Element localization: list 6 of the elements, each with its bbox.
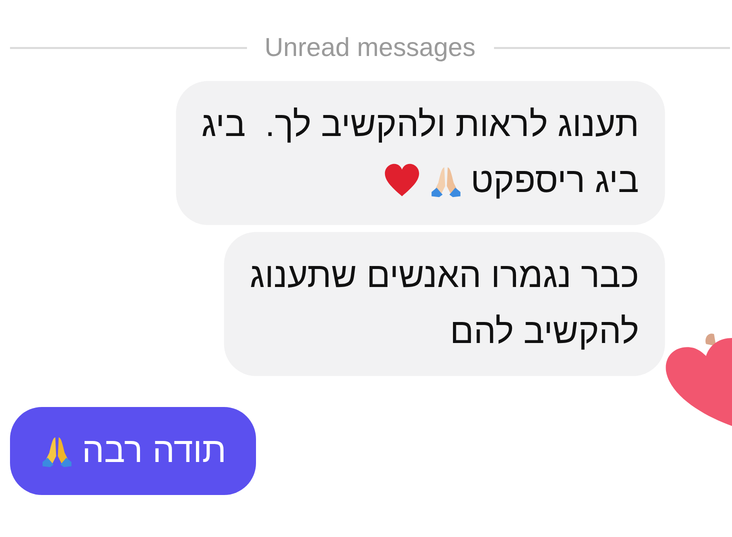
message-text: להקשיב להם xyxy=(450,311,639,353)
message-text: ביג ריספקט xyxy=(470,160,639,202)
unread-divider-label: Unread messages xyxy=(264,32,476,63)
message-text: תודה רבה xyxy=(82,430,226,472)
message-text: כבר נגמרו האנשים שתענוג xyxy=(250,255,639,297)
message-text: תענוג לראות ולהקשיב לך. ביג xyxy=(202,104,639,146)
